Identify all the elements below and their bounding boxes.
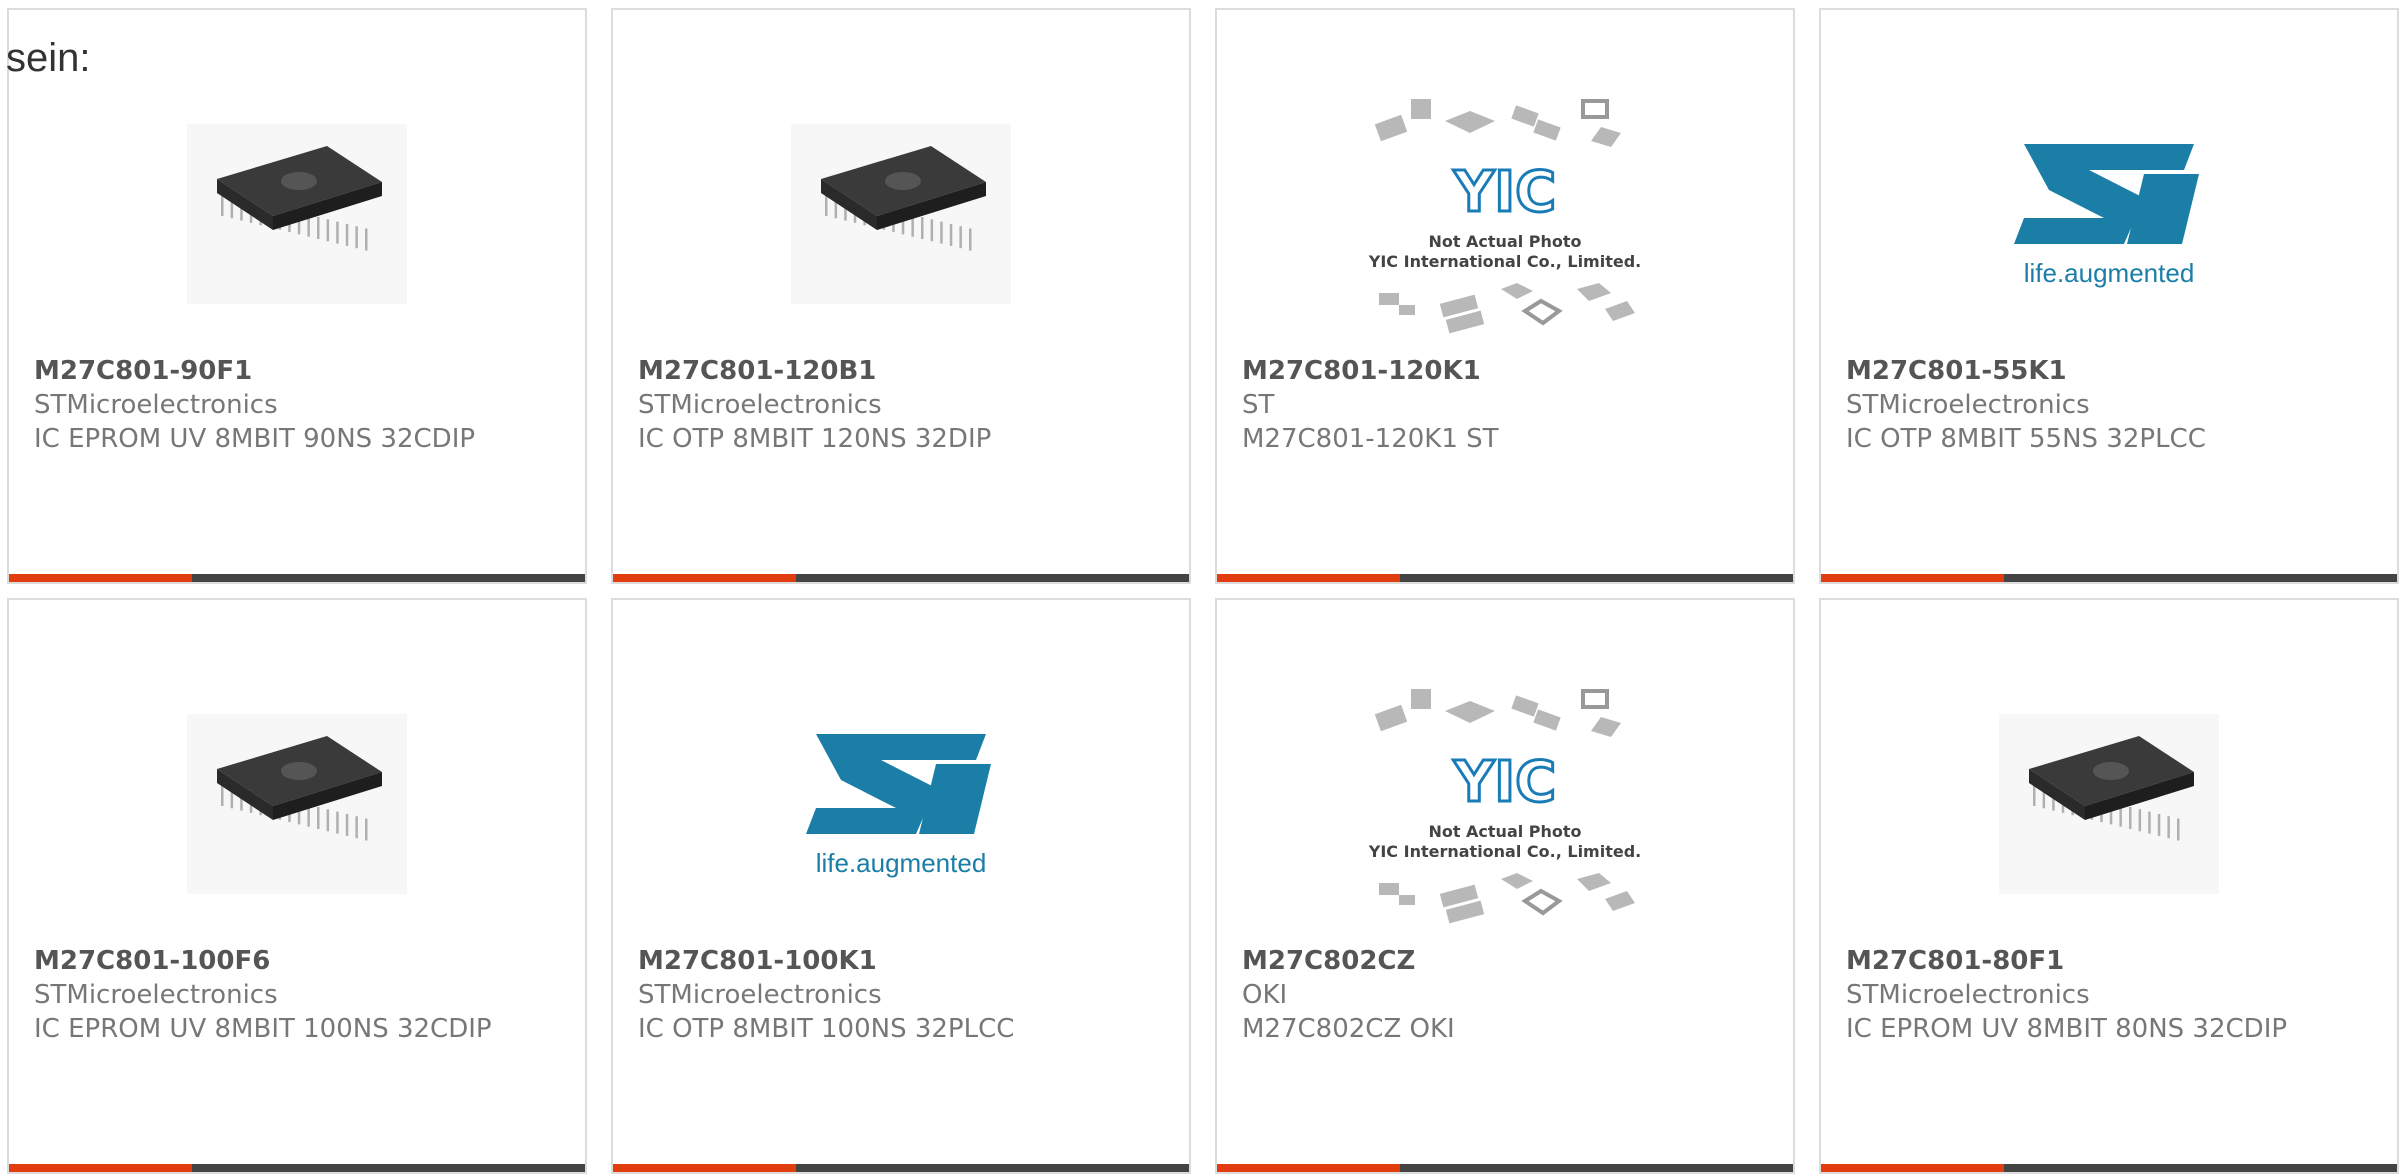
product-manufacturer: OKI [1242,980,1288,1010]
product-image[interactable] [9,74,585,354]
product-description: IC EPROM UV 8MBIT 80NS 32CDIP [1846,1014,2288,1044]
product-card[interactable]: M27C801-90F1 STMicroelectronics IC EPROM U… [7,8,587,584]
product-image[interactable] [613,74,1189,354]
card-accent-stripe [9,1164,192,1172]
product-card[interactable]: YIC Not Actual Photo YIC International C… [1215,8,1795,584]
svg-text:YIC: YIC [1453,750,1556,815]
intro-text: sein: [6,36,91,80]
yic-placeholder-icon: YIC Not Actual Photo YIC International C… [1368,99,1641,334]
product-image[interactable]: YIC Not Actual Photo YIC International C… [1217,664,1793,944]
card-bottom-bar [1821,1164,2397,1172]
product-image[interactable] [1821,664,2397,944]
product-part-number[interactable]: M27C802CZ [1242,944,1768,978]
product-manufacturer: STMicroelectronics [1846,980,2090,1010]
card-bottom-bar [1217,1164,1793,1172]
st-logo-icon: life.augmented [806,734,991,878]
product-description: IC EPROM UV 8MBIT 90NS 32CDIP [34,424,476,454]
card-bottom-bar [1821,574,2397,582]
product-part-number[interactable]: M27C801-80F1 [1846,944,2372,978]
product-info: M27C801-90F1 STMicroelectronics IC EPROM U… [34,354,560,456]
card-bottom-bar [9,1164,585,1172]
product-part-number[interactable]: M27C801-90F1 [34,354,560,388]
product-manufacturer: STMicroelectronics [1846,390,2090,420]
product-card[interactable]: M27C801-80F1 STMicroelectronics IC EPROM U… [1819,598,2399,1174]
product-info: M27C802CZ OKI M27C802CZ OKI [1242,944,1768,1046]
product-manufacturer: ST [1242,390,1275,420]
product-part-number[interactable]: M27C801-120B1 [638,354,1164,388]
card-accent-stripe [613,574,796,582]
card-accent-stripe [1217,1164,1400,1172]
svg-text:life.augmented: life.augmented [816,848,987,878]
product-description: IC OTP 8MBIT 100NS 32PLCC [638,1014,1015,1044]
svg-text:Not Actual Photo: Not Actual Photo [1428,822,1581,841]
card-bottom-bar [613,1164,1189,1172]
card-accent-stripe [9,574,192,582]
svg-text:YIC International Co., Limited: YIC International Co., Limited. [1368,252,1641,271]
product-info: M27C801-100F6 STMicroelectronics IC EPROM … [34,944,560,1046]
yic-placeholder-icon: YIC Not Actual Photo YIC International C… [1368,689,1641,924]
product-manufacturer: STMicroelectronics [638,980,882,1010]
product-manufacturer: STMicroelectronics [638,390,882,420]
product-image[interactable]: life.augmented [1821,74,2397,354]
card-bottom-bar [1217,574,1793,582]
st-logo-icon: life.augmented [2014,144,2199,288]
dip-chip-icon [187,714,407,894]
card-accent-stripe [1217,574,1400,582]
dip-chip-icon [187,124,407,304]
product-card[interactable]: YIC Not Actual Photo YIC International C… [1215,598,1795,1174]
product-part-number[interactable]: M27C801-100F6 [34,944,560,978]
svg-text:life.augmented: life.augmented [2024,258,2195,288]
product-image[interactable]: life.augmented [613,664,1189,944]
product-card[interactable]: M27C801-100F6 STMicroelectronics IC EPROM … [7,598,587,1174]
product-description: M27C802CZ OKI [1242,1014,1455,1044]
product-description: IC OTP 8MBIT 55NS 32PLCC [1846,424,2206,454]
dip-chip-icon [1999,714,2219,894]
product-description: M27C801-120K1 ST [1242,424,1499,454]
svg-text:Not Actual Photo: Not Actual Photo [1428,232,1581,251]
product-info: M27C801-120K1 ST M27C801-120K1 ST [1242,354,1768,456]
product-info: M27C801-100K1 STMicroelectronics IC OTP 8M… [638,944,1164,1046]
product-info: M27C801-55K1 STMicroelectronics IC OTP 8MB… [1846,354,2372,456]
product-card[interactable]: life.augmented M27C801-55K1 STMicroelectr… [1819,8,2399,584]
card-bottom-bar [613,574,1189,582]
product-info: M27C801-80F1 STMicroelectronics IC EPROM U… [1846,944,2372,1046]
product-card[interactable]: life.augmented M27C801-100K1 STMicroelect… [611,598,1191,1174]
card-accent-stripe [1821,574,2004,582]
card-accent-stripe [1821,1164,2004,1172]
product-manufacturer: STMicroelectronics [34,390,278,420]
product-description: IC OTP 8MBIT 120NS 32DIP [638,424,992,454]
product-image[interactable] [9,664,585,944]
svg-text:YIC International Co., Limited: YIC International Co., Limited. [1368,842,1641,861]
svg-text:YIC: YIC [1453,160,1556,225]
dip-chip-icon [791,124,1011,304]
card-bottom-bar [9,574,585,582]
product-manufacturer: STMicroelectronics [34,980,278,1010]
product-description: IC EPROM UV 8MBIT 100NS 32CDIP [34,1014,492,1044]
product-part-number[interactable]: M27C801-100K1 [638,944,1164,978]
product-part-number[interactable]: M27C801-55K1 [1846,354,2372,388]
product-part-number[interactable]: M27C801-120K1 [1242,354,1768,388]
product-image[interactable]: YIC Not Actual Photo YIC International C… [1217,74,1793,354]
product-card[interactable]: M27C801-120B1 STMicroelectronics IC OTP 8M… [611,8,1191,584]
card-accent-stripe [613,1164,796,1172]
product-info: M27C801-120B1 STMicroelectronics IC OTP 8M… [638,354,1164,456]
